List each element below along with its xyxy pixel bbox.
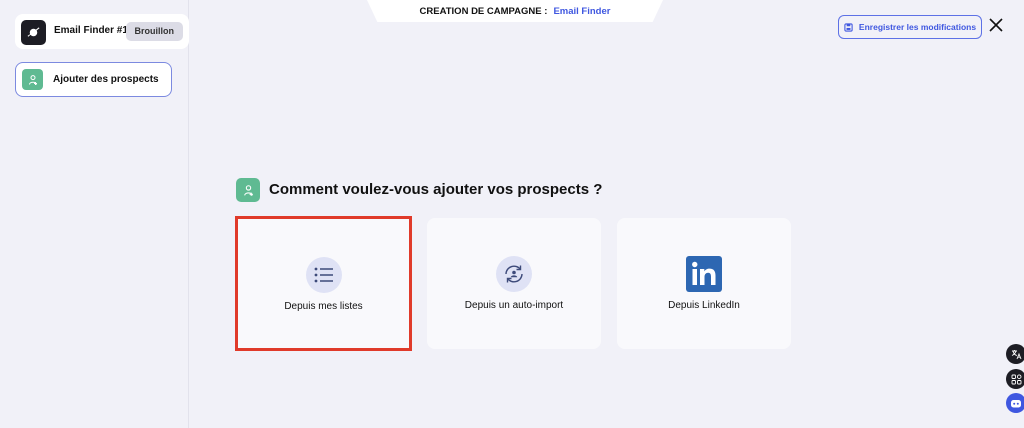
apps-icon[interactable] <box>1006 369 1024 389</box>
save-button-label: Enregistrer les modifications <box>858 22 977 32</box>
option-auto-import[interactable]: Depuis un auto-import <box>427 218 601 349</box>
save-icon <box>844 22 853 32</box>
sidebar: Email Finder #1 Brouillon Ajouter des pr… <box>0 0 189 428</box>
option-label: Depuis LinkedIn <box>668 300 740 311</box>
list-icon <box>305 257 342 293</box>
campaign-card[interactable]: Email Finder #1 Brouillon <box>15 14 189 49</box>
close-icon[interactable] <box>989 18 1003 32</box>
user-plus-icon <box>236 178 260 202</box>
page-title: CREATION DE CAMPAGNE : Email Finder <box>367 0 663 22</box>
page-title-prefix: CREATION DE CAMPAGNE : <box>419 5 548 17</box>
linkedin-icon <box>686 256 722 292</box>
translate-icon[interactable] <box>1006 344 1024 364</box>
status-badge: Brouillon <box>125 22 183 41</box>
save-button[interactable]: Enregistrer les modifications <box>838 15 982 39</box>
chat-bot-icon[interactable] <box>1006 393 1024 413</box>
user-plus-icon <box>22 69 43 90</box>
option-label: Depuis mes listes <box>284 301 363 312</box>
option-label: Depuis un auto-import <box>464 300 564 311</box>
auto-import-icon <box>496 256 532 292</box>
sidebar-item-add-prospects[interactable]: Ajouter des prospects <box>15 62 172 97</box>
sidebar-item-label: Ajouter des prospects <box>53 74 159 85</box>
option-from-lists[interactable]: Depuis mes listes <box>235 216 412 351</box>
option-linkedin[interactable]: Depuis LinkedIn <box>617 218 791 349</box>
page-title-campaign: Email Finder <box>553 5 611 17</box>
section-question: Comment voulez-vous ajouter vos prospect… <box>269 181 603 198</box>
campaign-name: Email Finder #1 <box>54 25 128 36</box>
campaign-logo-icon <box>21 20 46 45</box>
